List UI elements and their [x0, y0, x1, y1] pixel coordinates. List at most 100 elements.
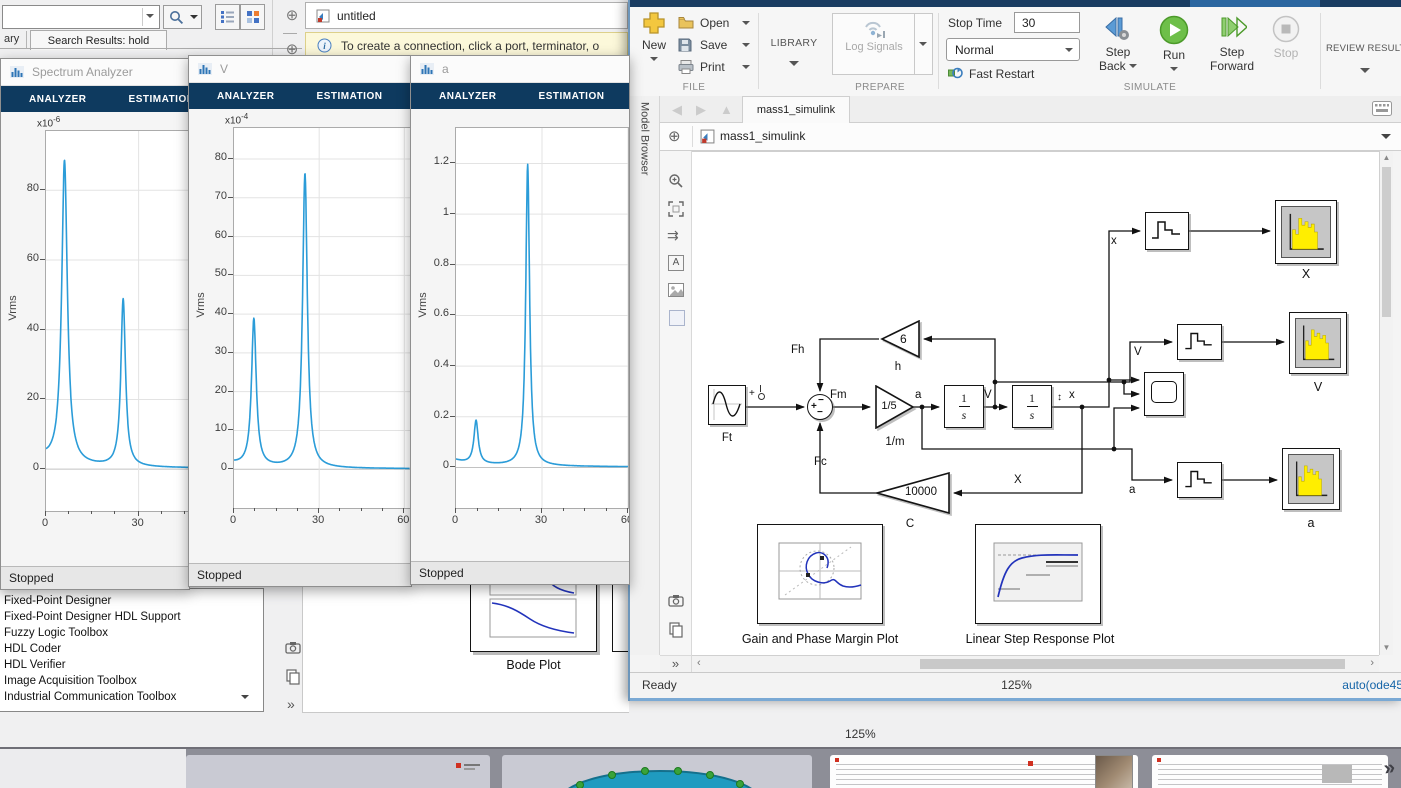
status-solver[interactable]: auto(ode45: [1342, 678, 1401, 692]
zoom-fit-icon[interactable]: ⊕: [284, 8, 300, 24]
list-view-button[interactable]: [215, 4, 240, 30]
window-titlebar[interactable]: V: [189, 56, 411, 83]
diagram-canvas[interactable]: Ft + − + − 1/5 1/m 1s 1s 6 h 10000 C X V…: [692, 151, 1379, 656]
expand-icon[interactable]: »: [287, 696, 295, 712]
tab-estimation[interactable]: ESTIMATION: [317, 91, 383, 102]
gain-h-label: h: [894, 361, 902, 373]
tab-search-results[interactable]: Search Results: hold: [30, 30, 167, 50]
toolbox-list-item[interactable]: HDL Coder: [0, 641, 263, 657]
toolbox-list-item[interactable]: Industrial Communication Toolbox: [0, 689, 263, 705]
new-button[interactable]: New: [636, 11, 672, 79]
toolbox-list-item[interactable]: Fixed-Point Designer: [0, 593, 263, 609]
search-options-dropdown[interactable]: [187, 5, 202, 29]
tab-analyzer[interactable]: ANALYZER: [217, 91, 275, 102]
search-button[interactable]: [163, 5, 189, 29]
axis-tick: [228, 235, 233, 237]
ribbon-tabs: ANALYZER ESTIMATION: [411, 83, 629, 109]
area-box-icon[interactable]: [669, 310, 685, 326]
thumbnail-figure-1[interactable]: [186, 755, 490, 788]
thumbnail-matlab-2[interactable]: [1152, 755, 1388, 788]
spectrum-display-a[interactable]: [1282, 448, 1340, 510]
tab-library[interactable]: ary: [4, 33, 19, 45]
scroll-down-icon[interactable]: ▼: [1380, 641, 1393, 655]
nav-up-icon[interactable]: ▲: [720, 102, 733, 117]
scroll-up-icon[interactable]: ▲: [1380, 151, 1393, 165]
open-button[interactable]: Open: [678, 16, 756, 34]
scrollbar-thumb[interactable]: [920, 659, 1345, 669]
fit-to-view-icon[interactable]: [668, 201, 684, 217]
grid-view-button[interactable]: [240, 4, 265, 30]
breadcrumb-expand-icon[interactable]: ⊕: [668, 127, 681, 145]
integrator2-block[interactable]: 1s: [1012, 385, 1052, 428]
tab-analyzer[interactable]: ANALYZER: [439, 91, 497, 102]
toolbox-list-item[interactable]: HDL Verifier: [0, 657, 263, 673]
simulation-mode-select[interactable]: Normal: [946, 38, 1080, 61]
axis-tick: 0.2: [433, 408, 449, 421]
testpoint-icon: [760, 385, 761, 392]
scope-block[interactable]: [1144, 372, 1184, 416]
thumbnail-matlab-1[interactable]: [830, 755, 1138, 788]
vertical-scrollbar[interactable]: ▲ ▼: [1379, 151, 1393, 655]
signal-arrows-icon[interactable]: ⇉: [667, 227, 679, 244]
log-signals-button[interactable]: Log Signals: [832, 13, 916, 75]
scroll-down-icon[interactable]: [241, 695, 249, 703]
tab-untitled[interactable]: untitled: [305, 2, 628, 29]
model-browser-strip[interactable]: Model Browser: [630, 96, 660, 655]
breadcrumb[interactable]: mass1_simulink: [720, 129, 805, 143]
step-back-icon: [1105, 16, 1129, 40]
thumbnail-figure-2[interactable]: [502, 755, 812, 788]
sine-wave-block[interactable]: [708, 385, 746, 425]
save-button[interactable]: Save: [678, 38, 756, 56]
chevron-down-icon: [650, 57, 658, 65]
spectrum-display-x[interactable]: [1275, 200, 1337, 264]
axis-tick: 0: [442, 459, 449, 472]
integrator1-block[interactable]: 1s: [944, 385, 984, 428]
scroll-left-icon[interactable]: ‹: [697, 657, 701, 669]
camera-icon[interactable]: [285, 641, 301, 654]
tab-estimation[interactable]: ESTIMATION: [129, 94, 189, 105]
linear-step-response-block[interactable]: [975, 524, 1101, 624]
annotation-icon[interactable]: A: [668, 255, 684, 271]
library-search-combobox[interactable]: [2, 5, 160, 29]
run-button[interactable]: Run: [1152, 15, 1196, 85]
review-results-button[interactable]: REVIEW RESULTS: [1326, 11, 1401, 79]
library-button[interactable]: LIBRARY: [762, 11, 826, 79]
toolbox-list-item[interactable]: Fixed-Point Designer HDL Support: [0, 609, 263, 625]
tab-mass1-simulink[interactable]: mass1_simulink: [742, 96, 850, 124]
image-icon[interactable]: [668, 283, 684, 297]
tab-analyzer[interactable]: ANALYZER: [29, 94, 87, 105]
keyboard-icon[interactable]: [1372, 101, 1392, 116]
hold-block-a[interactable]: [1177, 462, 1222, 498]
tab-estimation[interactable]: ESTIMATION: [539, 91, 605, 102]
axis-tick: [584, 508, 585, 511]
print-button[interactable]: Print: [678, 60, 756, 78]
status-bar: Stopped: [411, 561, 629, 584]
stop-button[interactable]: Stop: [1266, 15, 1306, 85]
fast-restart-toggle[interactable]: Fast Restart: [948, 67, 1088, 83]
scroll-right-icon[interactable]: ›: [1370, 657, 1374, 669]
step-forward-button[interactable]: Step Forward: [1204, 15, 1260, 85]
camera-icon[interactable]: [668, 594, 684, 607]
gain-phase-margin-block[interactable]: [757, 524, 883, 624]
nav-forward-icon[interactable]: ▶: [696, 102, 706, 118]
window-titlebar[interactable]: Spectrum Analyzer: [1, 59, 189, 86]
stop-time-input[interactable]: 30: [1014, 12, 1080, 33]
toolbox-list[interactable]: Fixed-Point Designer Fixed-Point Designer…: [0, 588, 264, 712]
hold-block-v[interactable]: [1177, 324, 1222, 360]
palette-expand-button[interactable]: »: [660, 655, 692, 672]
step-back-button[interactable]: Step Back: [1092, 15, 1144, 85]
window-titlebar[interactable]: a: [411, 56, 629, 83]
toolbox-list-item[interactable]: Fuzzy Logic Toolbox: [0, 625, 263, 641]
hold-block-x[interactable]: [1145, 212, 1189, 250]
clipboard-icon[interactable]: [669, 622, 683, 638]
zoom-in-icon[interactable]: [668, 173, 684, 189]
chevron-down-icon[interactable]: [1381, 134, 1391, 144]
nav-back-icon[interactable]: ◀: [672, 102, 682, 118]
prepare-dropdown[interactable]: [914, 13, 933, 75]
horizontal-scrollbar[interactable]: ‹ ›: [692, 655, 1379, 672]
spectrum-display-v[interactable]: [1289, 312, 1347, 374]
clipboard-icon[interactable]: [286, 669, 300, 685]
toolbox-list-item[interactable]: Image Acquisition Toolbox: [0, 673, 263, 689]
axis-tick: [40, 189, 45, 191]
scrollbar-thumb[interactable]: [1382, 167, 1391, 317]
